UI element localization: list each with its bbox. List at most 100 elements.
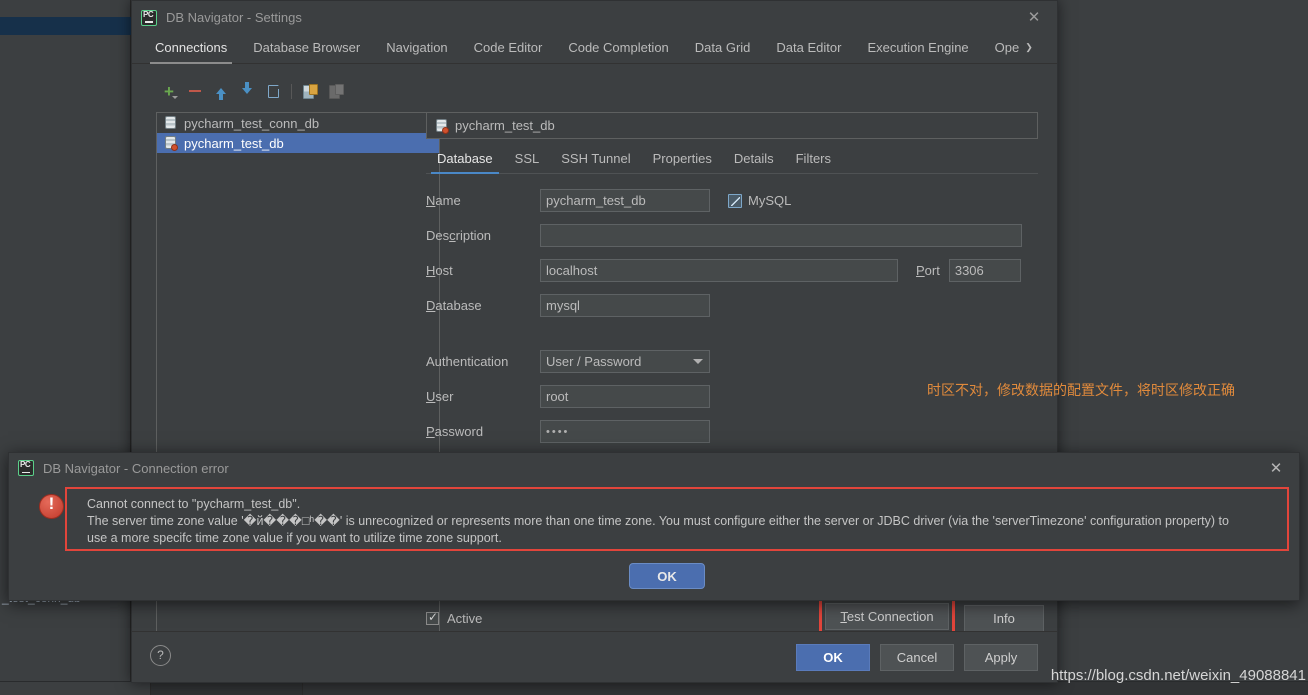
database-add-icon (303, 84, 318, 99)
close-icon[interactable]: ✕ (1025, 9, 1043, 27)
tab-details[interactable]: Details (723, 151, 785, 173)
close-icon[interactable]: ✕ (1267, 460, 1285, 478)
list-item-label: pycharm_test_conn_db (184, 115, 320, 131)
error-ok-button-wrap: OK (629, 563, 705, 589)
description-input[interactable] (540, 224, 1022, 247)
tab-ssh-tunnel[interactable]: SSH Tunnel (550, 151, 641, 173)
tab-data-grid[interactable]: Data Grid (682, 40, 764, 63)
chevron-down-icon: ❯ (1025, 42, 1033, 52)
active-checkbox-label: Active (447, 610, 483, 626)
info-button[interactable]: Info (964, 605, 1044, 632)
plus-icon: + (164, 81, 174, 101)
remove-connection-button[interactable] (182, 79, 208, 103)
copy-icon (267, 84, 279, 98)
port-label: Port (916, 263, 940, 278)
minus-icon (189, 90, 201, 92)
move-down-button[interactable] (234, 79, 260, 103)
connection-sub-tab-bar: Database SSL SSH Tunnel Properties Detai… (426, 147, 1038, 174)
ide-selected-row (0, 17, 131, 35)
chevron-down-icon (693, 359, 703, 364)
mysql-icon (728, 193, 742, 208)
description-label: Description (426, 228, 492, 243)
error-message-line: The server time zone value '�й���□ʰ��' i… (87, 514, 1229, 528)
duplicate-connection-button[interactable] (260, 79, 286, 103)
list-item[interactable]: pycharm_test_db (157, 133, 439, 153)
error-message-line: Cannot connect to "pycharm_test_db". (87, 497, 301, 511)
footer-button-group: OK Cancel Apply (796, 644, 1038, 671)
error-message-box: Cannot connect to "pycharm_test_db". The… (65, 487, 1289, 551)
tab-filters[interactable]: Filters (785, 151, 842, 173)
tab-database[interactable]: Database (426, 151, 504, 174)
settings-titlebar: DB Navigator - Settings ✕ (132, 1, 1057, 34)
form-spacer (426, 323, 1038, 344)
port-input[interactable]: 3306 (948, 259, 1021, 282)
pycharm-logo-icon (18, 460, 34, 476)
database-error-icon (435, 118, 449, 134)
database-label: Database (426, 298, 482, 313)
tab-database-browser[interactable]: Database Browser (240, 40, 373, 63)
database-export-icon (329, 84, 344, 99)
connection-header: pycharm_test_db (426, 112, 1038, 139)
form-row-database: Database mysql (426, 288, 1038, 323)
add-connection-button[interactable]: + (156, 79, 182, 103)
cancel-button[interactable]: Cancel (880, 644, 954, 671)
form-row-name: Name pycharm_test_db MySQL (426, 183, 1038, 218)
error-dialog-title: DB Navigator - Connection error (43, 460, 229, 476)
host-input[interactable]: localhost (540, 259, 898, 282)
database-type-label: MySQL (748, 193, 792, 208)
settings-dialog-title: DB Navigator - Settings (166, 10, 302, 25)
tab-data-editor[interactable]: Data Editor (763, 40, 854, 63)
error-ok-button[interactable]: OK (629, 563, 705, 589)
annotation-text: 时区不对，修改数据的配置文件，将时区修改正确 (927, 382, 1235, 398)
tab-properties[interactable]: Properties (642, 151, 723, 173)
form-row-password: Password •••• (426, 414, 1038, 449)
arrow-up-icon (216, 88, 226, 100)
pycharm-logo-icon (141, 9, 157, 26)
database-icon (164, 116, 177, 130)
error-icon (39, 494, 64, 519)
list-item[interactable]: pycharm_test_conn_db (157, 113, 439, 133)
export-connection-button[interactable] (323, 79, 349, 103)
database-input[interactable]: mysql (540, 294, 710, 317)
tab-connections[interactable]: Connections (142, 40, 240, 64)
authentication-label: Authentication (426, 354, 509, 369)
list-item-label: pycharm_test_db (184, 135, 284, 151)
tab-operations-label: Ope (994, 40, 1020, 55)
authentication-selected-value: User / Password (546, 354, 642, 369)
help-button[interactable]: ? (150, 645, 171, 666)
password-label: Password (426, 424, 484, 439)
form-row-authentication: Authentication User / Password (426, 344, 1038, 379)
host-label: Host (426, 263, 453, 278)
user-label: User (426, 389, 454, 404)
tab-execution-engine[interactable]: Execution Engine (854, 40, 981, 63)
error-dialog-titlebar: DB Navigator - Connection error ✕ (9, 453, 1299, 483)
database-error-icon (164, 136, 178, 151)
settings-tab-bar: Connections Database Browser Navigation … (132, 34, 1057, 64)
ok-button[interactable]: OK (796, 644, 870, 671)
name-label-rest: ame (435, 193, 461, 208)
user-input[interactable]: root (540, 385, 710, 408)
connection-form: Name pycharm_test_db MySQL Description H… (426, 183, 1038, 449)
arrow-down-icon (242, 82, 252, 94)
active-checkbox[interactable] (426, 610, 439, 625)
error-message-line: use a more specifc time zone value if yo… (87, 531, 502, 545)
test-connection-button[interactable]: Test Connection (825, 603, 949, 630)
form-row-description: Description (426, 218, 1038, 253)
import-connection-button[interactable] (297, 79, 323, 103)
tab-code-completion[interactable]: Code Completion (555, 40, 681, 63)
form-row-host: Host localhost Port 3306 (426, 253, 1038, 288)
apply-button[interactable]: Apply (964, 644, 1038, 671)
name-label: Name (426, 193, 461, 208)
tab-code-editor[interactable]: Code Editor (461, 40, 556, 63)
database-type: MySQL (728, 193, 791, 208)
test-connection-label: Test Connection (840, 609, 934, 624)
move-up-button[interactable] (208, 79, 234, 103)
name-input[interactable]: pycharm_test_db (540, 189, 710, 212)
authentication-select[interactable]: User / Password (540, 350, 710, 373)
tab-navigation[interactable]: Navigation (373, 40, 460, 63)
tab-operations-overflow[interactable]: Ope ❯ (982, 40, 1046, 63)
status-bar-segment-left (0, 682, 151, 695)
tab-ssl[interactable]: SSL (504, 151, 551, 173)
status-bar-segment-mid (151, 682, 303, 695)
password-input[interactable]: •••• (540, 420, 710, 443)
